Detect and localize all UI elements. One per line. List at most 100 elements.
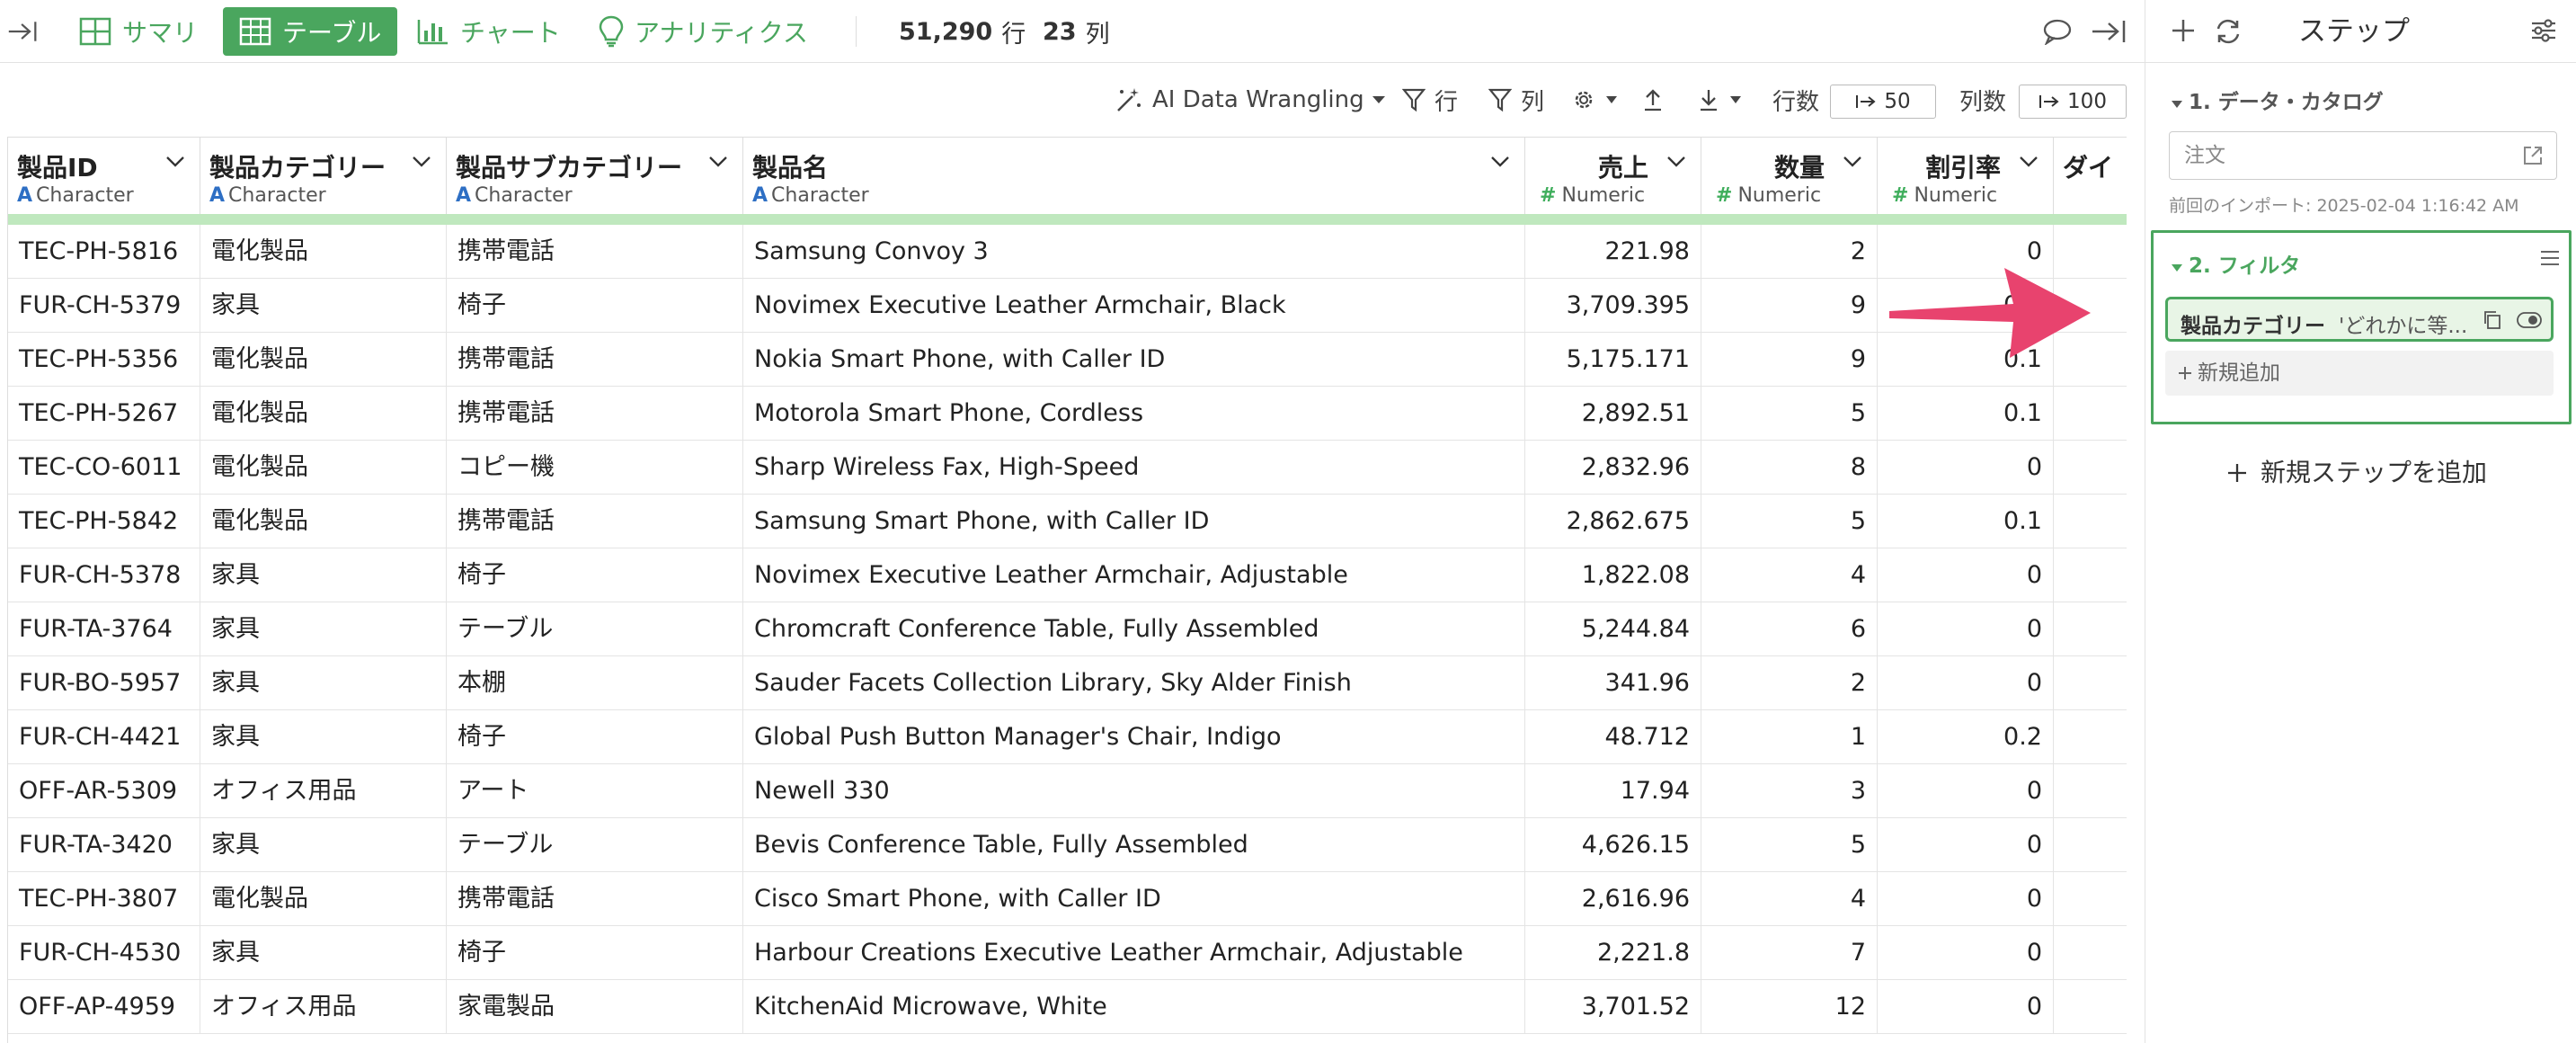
table-cell[interactable]: FUR-CH-5378 bbox=[8, 548, 200, 602]
chevron-down-icon[interactable] bbox=[708, 156, 728, 168]
table-cell[interactable] bbox=[2054, 441, 2127, 495]
table-cell[interactable]: 0 bbox=[1878, 872, 2054, 926]
column-header[interactable]: ダイ bbox=[2054, 137, 2127, 214]
table-cell[interactable]: 2 bbox=[1701, 225, 1878, 279]
table-cell[interactable] bbox=[2054, 387, 2127, 441]
table-cell[interactable]: 椅子 bbox=[447, 548, 743, 602]
step-data-catalog[interactable]: 1. データ・カタログ bbox=[2171, 85, 2384, 115]
tab-chart[interactable]: チャート bbox=[417, 0, 561, 63]
table-cell[interactable]: 0 bbox=[1878, 441, 2054, 495]
tab-table[interactable]: テーブル bbox=[223, 7, 398, 56]
source-name-field[interactable]: 注文 bbox=[2169, 131, 2557, 180]
table-cell[interactable]: テーブル bbox=[447, 818, 743, 872]
external-link-icon[interactable] bbox=[2522, 145, 2544, 166]
table-cell[interactable]: TEC-PH-5842 bbox=[8, 495, 200, 548]
table-cell[interactable]: KitchenAid Microwave, White bbox=[743, 980, 1525, 1034]
table-cell[interactable]: Bevis Conference Table, Fully Assembled bbox=[743, 818, 1525, 872]
table-cell[interactable]: FUR-TA-3420 bbox=[8, 818, 200, 872]
table-cell[interactable]: 3,701.52 bbox=[1525, 980, 1701, 1034]
table-cell[interactable]: 椅子 bbox=[447, 710, 743, 764]
copy-icon[interactable] bbox=[2483, 310, 2502, 330]
add-icon[interactable] bbox=[2171, 18, 2196, 47]
table-cell[interactable]: 家具 bbox=[200, 548, 447, 602]
settings-button[interactable] bbox=[1571, 81, 1627, 119]
table-cell[interactable]: 2,832.96 bbox=[1525, 441, 1701, 495]
table-cell[interactable] bbox=[2054, 764, 2127, 818]
table-cell[interactable] bbox=[2054, 926, 2127, 980]
table-cell[interactable]: 電化製品 bbox=[200, 225, 447, 279]
column-header[interactable]: 割引率 # Numeric bbox=[1878, 137, 2054, 214]
table-cell[interactable]: Sharp Wireless Fax, High-Speed bbox=[743, 441, 1525, 495]
table-cell[interactable]: TEC-PH-3807 bbox=[8, 872, 200, 926]
column-header[interactable]: 製品サブカテゴリー A Character bbox=[447, 137, 743, 214]
table-cell[interactable]: 0 bbox=[1878, 926, 2054, 980]
table-cell[interactable]: アート bbox=[447, 764, 743, 818]
table-cell[interactable] bbox=[2054, 495, 2127, 548]
column-filter-button[interactable]: 列 bbox=[1488, 81, 1544, 119]
table-row[interactable]: TEC-PH-5267 電化製品 携帯電話 Motorola Smart Phone,… bbox=[8, 387, 2127, 441]
table-cell[interactable]: 1 bbox=[1701, 710, 1878, 764]
table-cell[interactable]: 携帯電話 bbox=[447, 872, 743, 926]
table-row[interactable]: TEC-PH-5816 電化製品 携帯電話 Samsung Convoy 3 221.9… bbox=[8, 225, 2127, 279]
table-cell[interactable]: FUR-CH-4530 bbox=[8, 926, 200, 980]
table-cell[interactable]: 家具 bbox=[200, 279, 447, 333]
table-cell[interactable]: 携帯電話 bbox=[447, 333, 743, 387]
table-row[interactable]: FUR-TA-3420 家具 テーブル Bevis Conference Table,… bbox=[8, 818, 2127, 872]
table-cell[interactable]: テーブル bbox=[447, 602, 743, 656]
table-cell[interactable]: 家具 bbox=[200, 656, 447, 710]
table-cell[interactable]: 4 bbox=[1701, 872, 1878, 926]
table-cell[interactable]: 0 bbox=[1878, 656, 2054, 710]
table-cell[interactable]: 4,626.15 bbox=[1525, 818, 1701, 872]
table-cell[interactable]: FUR-CH-4421 bbox=[8, 710, 200, 764]
table-cell[interactable]: 0 bbox=[1878, 818, 2054, 872]
collapse-right-icon[interactable] bbox=[2091, 0, 2137, 63]
chevron-down-icon[interactable] bbox=[1843, 156, 1862, 168]
table-cell[interactable]: FUR-TA-3764 bbox=[8, 602, 200, 656]
table-cell[interactable]: 2,616.96 bbox=[1525, 872, 1701, 926]
table-cell[interactable]: Novimex Executive Leather Armchair, Blac… bbox=[743, 279, 1525, 333]
table-row[interactable]: TEC-PH-3807 電化製品 携帯電話 Cisco Smart Phone, wi… bbox=[8, 872, 2127, 926]
table-cell[interactable]: 電化製品 bbox=[200, 333, 447, 387]
table-cell[interactable]: 3,709.395 bbox=[1525, 279, 1701, 333]
table-cell[interactable]: 家具 bbox=[200, 926, 447, 980]
table-cell[interactable]: Harbour Creations Executive Leather Armc… bbox=[743, 926, 1525, 980]
table-cell[interactable]: 電化製品 bbox=[200, 872, 447, 926]
table-row[interactable]: OFF-AP-4959 オフィス用品 家電製品 KitchenAid Microwav… bbox=[8, 980, 2127, 1034]
table-cell[interactable] bbox=[2054, 602, 2127, 656]
table-cell[interactable]: 2,892.51 bbox=[1525, 387, 1701, 441]
table-cell[interactable]: 0.2 bbox=[1878, 710, 2054, 764]
table-cell[interactable]: 9 bbox=[1701, 279, 1878, 333]
add-step-button[interactable]: 新規ステップを追加 bbox=[2226, 453, 2487, 489]
table-cell[interactable]: Nokia Smart Phone, with Caller ID bbox=[743, 333, 1525, 387]
table-cell[interactable]: 家具 bbox=[200, 602, 447, 656]
table-cell[interactable]: OFF-AP-4959 bbox=[8, 980, 200, 1034]
table-row[interactable]: FUR-CH-4530 家具 椅子 Harbour Creations Executi… bbox=[8, 926, 2127, 980]
chevron-down-icon[interactable] bbox=[1490, 156, 1510, 168]
table-cell[interactable] bbox=[2054, 980, 2127, 1034]
chevron-down-icon[interactable] bbox=[1666, 156, 1686, 168]
table-cell[interactable]: 6 bbox=[1701, 602, 1878, 656]
table-cell[interactable]: 電化製品 bbox=[200, 495, 447, 548]
table-row[interactable]: FUR-TA-3764 家具 テーブル Chromcraft Conference T… bbox=[8, 602, 2127, 656]
sliders-icon[interactable] bbox=[2530, 18, 2557, 47]
table-row[interactable]: TEC-PH-5356 電化製品 携帯電話 Nokia Smart Phone, wi… bbox=[8, 333, 2127, 387]
table-cell[interactable]: Sauder Facets Collection Library, Sky Al… bbox=[743, 656, 1525, 710]
table-cell[interactable]: TEC-PH-5816 bbox=[8, 225, 200, 279]
table-cell[interactable]: 4 bbox=[1701, 548, 1878, 602]
step-filter[interactable]: 2. フィルタ bbox=[2171, 248, 2300, 279]
column-header[interactable]: 売上 # Numeric bbox=[1525, 137, 1701, 214]
filter-condition-chip[interactable]: 製品カテゴリー 'どれかに等... bbox=[2165, 297, 2554, 342]
table-cell[interactable]: Global Push Button Manager's Chair, Indi… bbox=[743, 710, 1525, 764]
table-cell[interactable]: 5 bbox=[1701, 495, 1878, 548]
table-cell[interactable]: Novimex Executive Leather Armchair, Adju… bbox=[743, 548, 1525, 602]
refresh-icon[interactable] bbox=[2214, 18, 2243, 49]
table-cell[interactable]: FUR-BO-5957 bbox=[8, 656, 200, 710]
table-cell[interactable]: 椅子 bbox=[447, 279, 743, 333]
column-header[interactable]: 数量 # Numeric bbox=[1701, 137, 1878, 214]
table-cell[interactable]: 1,822.08 bbox=[1525, 548, 1701, 602]
toggle-visibility-icon[interactable] bbox=[2517, 311, 2542, 329]
table-cell[interactable]: オフィス用品 bbox=[200, 764, 447, 818]
table-cell[interactable]: コピー機 bbox=[447, 441, 743, 495]
chevron-down-icon[interactable] bbox=[2019, 156, 2039, 168]
column-header[interactable]: 製品ID A Character bbox=[8, 137, 200, 214]
